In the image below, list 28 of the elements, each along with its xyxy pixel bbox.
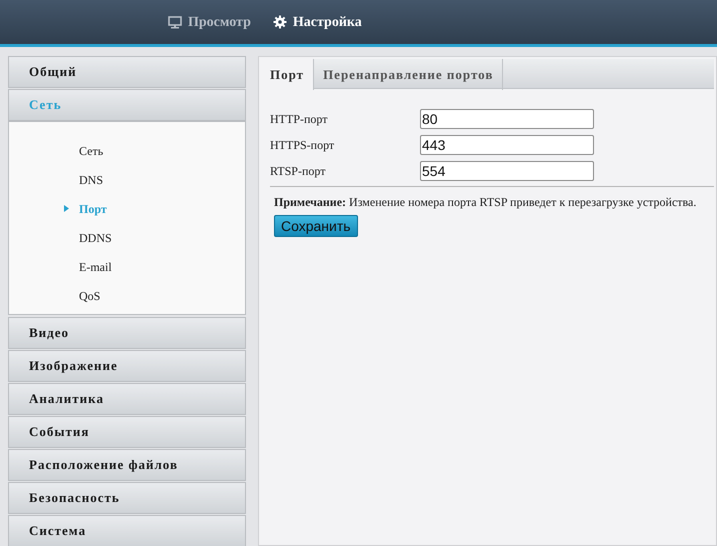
submenu-item[interactable]: QoS (79, 286, 100, 304)
sidebar-section[interactable]: События (8, 416, 246, 448)
note-text: Примечание: Изменение номера порта RTSP приведет к перезагрузке устройства. (274, 194, 698, 210)
sidebar-section[interactable]: Безопасность (8, 482, 246, 514)
pointer-icon (64, 205, 69, 212)
tab[interactable]: Порт (261, 59, 314, 90)
input-field[interactable]: 554 (420, 161, 594, 181)
sidebar-section[interactable]: Видео (8, 317, 246, 349)
sidebar-section[interactable]: Общий (8, 56, 246, 88)
nav-tab[interactable]: Просмотр (160, 0, 259, 47)
input-field[interactable]: 80 (420, 109, 594, 129)
save-button[interactable]: Сохранить (274, 215, 358, 237)
field-label: RTSP-порт (270, 163, 326, 180)
nav-tab[interactable]: Настройка (264, 0, 370, 47)
submenu-item[interactable]: E-mail (79, 258, 112, 276)
submenu-item[interactable]: Сеть (79, 142, 104, 160)
monitor-icon (168, 16, 182, 28)
gear-icon (272, 15, 287, 29)
sidebar-section[interactable]: Расположение файлов (8, 449, 246, 481)
submenu-item[interactable]: DNS (79, 170, 104, 188)
sidebar-section[interactable]: Изображение (8, 350, 246, 382)
field-label: HTTP-порт (270, 111, 329, 128)
input-field[interactable]: 443 (420, 135, 594, 155)
tab[interactable]: Перенаправление портов (314, 59, 504, 90)
field-label: HTTPS-порт (270, 137, 336, 154)
sidebar-section[interactable]: Система (8, 515, 246, 546)
submenu-item[interactable]: DDNS (79, 228, 112, 246)
sidebar-section[interactable]: Аналитика (8, 383, 246, 415)
